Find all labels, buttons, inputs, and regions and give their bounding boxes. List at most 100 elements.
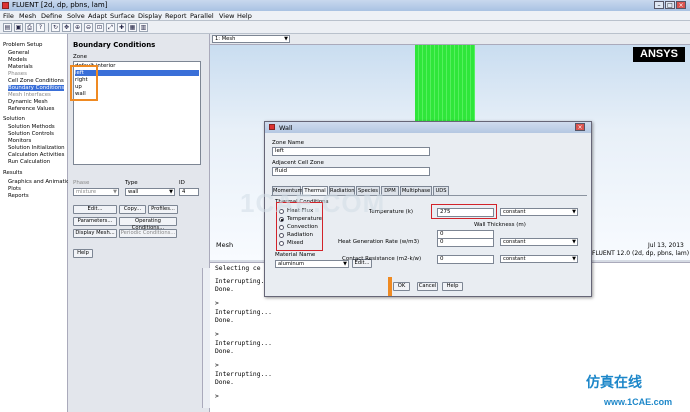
console-line: > — [215, 331, 219, 338]
copy-button[interactable]: Copy... — [119, 205, 146, 214]
tree-item[interactable]: Graphics and Animations — [8, 179, 76, 185]
tree-item[interactable]: Models — [8, 57, 27, 63]
view-icon[interactable]: ▦ — [128, 23, 137, 32]
chevron-down-icon: ▼ — [169, 189, 173, 195]
menu-display[interactable]: Display — [138, 12, 162, 20]
tree-item[interactable]: Solution Methods — [8, 124, 55, 130]
watermark-cn: 仿真在线 — [586, 375, 642, 391]
menu-adapt[interactable]: Adapt — [88, 12, 107, 20]
tab-uds[interactable]: UDS — [433, 186, 449, 195]
operating-conditions-button[interactable]: Operating Conditions... — [119, 217, 177, 231]
phase-label: Phase — [73, 180, 90, 186]
phase-select[interactable]: mixture ▼ — [73, 188, 119, 196]
contact-resistance-input[interactable]: 0 — [437, 255, 494, 264]
tree-item[interactable]: Run Calculation — [8, 159, 50, 165]
console-line: Done. — [215, 317, 234, 324]
view-selector[interactable]: 1: Mesh ▼ — [212, 35, 290, 43]
title-bar: FLUENT [2d, dp, pbns, lam] – □ × — [0, 0, 690, 11]
minimize-button[interactable]: – — [654, 1, 664, 9]
menu-surface[interactable]: Surface — [110, 12, 135, 20]
date-text: Jul 13, 2013 — [648, 242, 684, 249]
close-button[interactable]: × — [676, 1, 686, 9]
ok-button[interactable]: OK — [393, 282, 410, 291]
console-line: Selecting ce — [215, 265, 261, 272]
console-line: Done. — [215, 286, 234, 293]
help-button[interactable]: Help — [73, 249, 93, 258]
type-select[interactable]: wall ▼ — [125, 188, 175, 196]
tree-item[interactable]: Dynamic Mesh — [8, 99, 48, 105]
menu-mesh[interactable]: Mesh — [19, 12, 36, 20]
material-select[interactable]: aluminum ▼ — [275, 260, 349, 268]
tree-item[interactable]: Reports — [8, 193, 29, 199]
zone-name-input[interactable]: left — [272, 147, 430, 156]
console-line: Interrupting... — [215, 340, 272, 347]
display-mesh-button[interactable]: Display Mesh... — [73, 229, 117, 238]
menu-file[interactable]: File — [3, 12, 14, 20]
tree-item[interactable]: Solution Initialization — [8, 145, 65, 151]
parameters-button[interactable]: Parameters... — [73, 217, 117, 226]
menu-bar: File Mesh Define Solve Adapt Surface Dis… — [0, 11, 690, 21]
tree-item[interactable]: Reference Values — [8, 106, 54, 112]
zoom-icon[interactable]: ⊕ — [73, 23, 82, 32]
tree-item[interactable]: Materials — [8, 64, 33, 70]
tree-item[interactable]: Cell Zone Conditions — [8, 78, 64, 84]
open-icon[interactable]: ▤ — [3, 23, 12, 32]
layout-icon[interactable]: ▥ — [139, 23, 148, 32]
console-line: > — [215, 393, 219, 400]
zoom-box-icon[interactable]: ⊡ — [95, 23, 104, 32]
tree-item[interactable]: Phases — [8, 71, 27, 77]
menu-help[interactable]: Help — [237, 12, 252, 20]
menu-report[interactable]: Report — [165, 12, 187, 20]
help-icon[interactable]: ? — [36, 23, 45, 32]
tab-multiphase[interactable]: Multiphase — [400, 186, 432, 195]
dialog-close-icon[interactable]: × — [575, 123, 585, 131]
periodic-conditions-button[interactable]: Periodic Conditions... — [119, 229, 177, 238]
tree-problem-setup[interactable]: Problem Setup — [3, 42, 42, 48]
heat-generation-method-select[interactable]: constant ▼ — [500, 238, 578, 246]
edit-button[interactable]: Edit... — [73, 205, 117, 214]
console-line: Done. — [215, 348, 234, 355]
save-icon[interactable]: ▣ — [14, 23, 23, 32]
probe-icon[interactable]: ✚ — [117, 23, 126, 32]
profiles-button[interactable]: Profiles... — [148, 205, 178, 214]
chevron-down-icon: ▼ — [572, 209, 576, 215]
rotate-icon[interactable]: ↻ — [51, 23, 60, 32]
adjacent-zone-input: fluid — [272, 167, 430, 176]
toolbar: ▤ ▣ ⎙ ? ↻ ✥ ⊕ ⊖ ⊡ ⤢ ✚ ▦ ▥ — [0, 21, 690, 34]
tree-item-selected[interactable]: Boundary Conditions — [8, 85, 65, 91]
pan-icon[interactable]: ✥ — [62, 23, 71, 32]
zoom-out-icon[interactable]: ⊖ — [84, 23, 93, 32]
ansys-logo: ANSYS — [633, 47, 685, 62]
menu-view[interactable]: View — [219, 12, 234, 20]
console-line: Done. — [215, 379, 234, 386]
dialog-title: Wall — [279, 124, 293, 132]
console-scrollbar[interactable] — [202, 268, 210, 408]
tree-item[interactable]: General — [8, 50, 29, 56]
fit-icon[interactable]: ⤢ — [106, 23, 115, 32]
tree-item[interactable]: Plots — [8, 186, 21, 192]
dialog-help-button[interactable]: Help — [442, 282, 463, 291]
maximize-button[interactable]: □ — [665, 1, 675, 9]
version-text: FLUENT 12.0 (2d, dp, pbns, lam) — [592, 250, 690, 257]
dialog-icon — [269, 124, 275, 130]
tree-results[interactable]: Results — [3, 170, 22, 176]
tree-item[interactable]: Solution Controls — [8, 131, 54, 137]
adjacent-zone-label: Adjacent Cell Zone — [272, 160, 324, 166]
tree-item[interactable]: Mesh Interfaces — [8, 92, 51, 98]
panel-title: Boundary Conditions — [73, 41, 156, 49]
temperature-method-select[interactable]: constant ▼ — [500, 208, 578, 216]
highlight-box-zones — [70, 65, 98, 101]
material-name-label: Material Name — [275, 252, 316, 258]
menu-define[interactable]: Define — [41, 12, 62, 20]
contact-resistance-label: Contact Resistance (m2-k/w) — [342, 256, 422, 262]
print-icon[interactable]: ⎙ — [25, 23, 34, 32]
heat-generation-label: Heat Generation Rate (w/m3) — [338, 239, 420, 245]
contact-method-select[interactable]: constant ▼ — [500, 255, 578, 263]
tree-solution[interactable]: Solution — [3, 116, 25, 122]
menu-parallel[interactable]: Parallel — [190, 12, 214, 20]
tree-item[interactable]: Monitors — [8, 138, 31, 144]
menu-solve[interactable]: Solve — [67, 12, 85, 20]
tree-item[interactable]: Calculation Activities — [8, 152, 64, 158]
heat-generation-input[interactable]: 0 — [437, 238, 494, 247]
cancel-button[interactable]: Cancel — [417, 282, 438, 291]
